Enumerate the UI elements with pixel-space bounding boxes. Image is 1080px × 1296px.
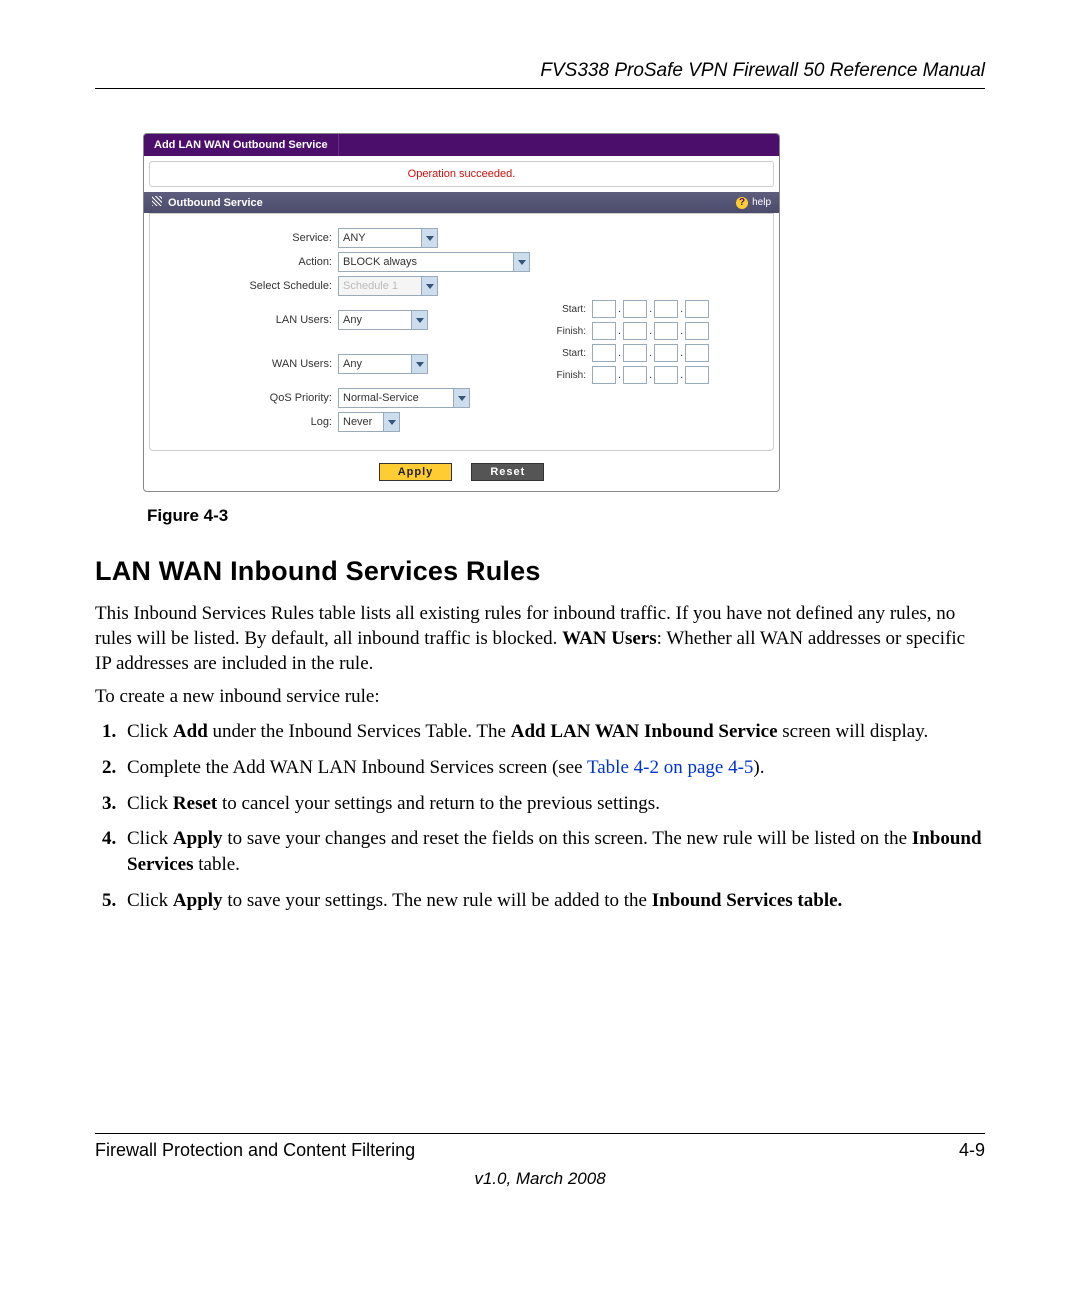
page-header: FVS338 ProSafe VPN Firewall 50 Reference… (95, 60, 985, 89)
steps-list: Click Add under the Inbound Services Tab… (95, 719, 985, 913)
section-header: Outbound Service ? help (144, 192, 779, 213)
button-bar: Apply Reset (144, 457, 779, 491)
step-1: Click Add under the Inbound Services Tab… (121, 719, 985, 745)
chevron-down-icon (411, 355, 427, 373)
service-label: Service: (162, 232, 338, 244)
page-footer: Firewall Protection and Content Filterin… (95, 1133, 985, 1189)
ip-octet[interactable] (654, 366, 678, 384)
chevron-down-icon (421, 277, 437, 295)
ip-octet[interactable] (685, 344, 709, 362)
step-3: Click Reset to cancel your settings and … (121, 791, 985, 817)
chevron-down-icon (453, 389, 469, 407)
ip-octet[interactable] (654, 300, 678, 318)
outbound-service-panel: Add LAN WAN Outbound Service Operation s… (143, 133, 780, 492)
lan-users-label: LAN Users: (162, 314, 338, 326)
grip-icon (152, 196, 162, 206)
footer-page-number: 4-9 (959, 1140, 985, 1161)
chevron-down-icon (421, 229, 437, 247)
tab-add-outbound[interactable]: Add LAN WAN Outbound Service (144, 134, 339, 156)
lead-in-paragraph: To create a new inbound service rule: (95, 684, 985, 709)
apply-button[interactable]: Apply (379, 463, 453, 481)
log-select[interactable]: Never (338, 412, 400, 432)
tab-bar: Add LAN WAN Outbound Service (144, 134, 779, 156)
chevron-down-icon (383, 413, 399, 431)
ip-octet[interactable] (654, 322, 678, 340)
section-title: Outbound Service (168, 197, 263, 209)
ip-octet[interactable] (623, 300, 647, 318)
figure-caption: Figure 4-3 (147, 506, 985, 526)
chevron-down-icon (411, 311, 427, 329)
footer-chapter: Firewall Protection and Content Filterin… (95, 1140, 415, 1161)
form-body: Service: ANY Action: BLOCK always Select… (149, 213, 774, 451)
section-heading: LAN WAN Inbound Services Rules (95, 556, 985, 587)
schedule-label: Select Schedule: (162, 280, 338, 292)
screenshot-figure: Add LAN WAN Outbound Service Operation s… (143, 133, 985, 526)
status-message: Operation succeeded. (149, 161, 774, 187)
manual-title: FVS338 ProSafe VPN Firewall 50 Reference… (540, 60, 985, 81)
ip-octet[interactable] (592, 322, 616, 340)
ip-octet[interactable] (685, 366, 709, 384)
action-select[interactable]: BLOCK always (338, 252, 530, 272)
action-label: Action: (162, 256, 338, 268)
help-label[interactable]: help (752, 197, 771, 208)
ip-octet[interactable] (623, 322, 647, 340)
table-xref-link[interactable]: Table 4-2 on page 4-5 (587, 757, 753, 778)
step-2: Complete the Add WAN LAN Inbound Service… (121, 755, 985, 781)
log-label: Log: (162, 416, 338, 428)
ip-octet[interactable] (592, 366, 616, 384)
service-select[interactable]: ANY (338, 228, 438, 248)
wan-finish-label: Finish: (528, 370, 590, 381)
step-5: Click Apply to save your settings. The n… (121, 888, 985, 914)
qos-label: QoS Priority: (162, 392, 338, 404)
footer-version: v1.0, March 2008 (95, 1169, 985, 1189)
ip-octet[interactable] (592, 300, 616, 318)
ip-octet[interactable] (685, 322, 709, 340)
wan-users-select[interactable]: Any (338, 354, 428, 374)
ip-octet[interactable] (623, 366, 647, 384)
wan-start-label: Start: (528, 348, 590, 359)
help-icon[interactable]: ? (736, 197, 748, 209)
schedule-select: Schedule 1 (338, 276, 438, 296)
lan-finish-label: Finish: (528, 326, 590, 337)
reset-button[interactable]: Reset (471, 463, 544, 481)
qos-select[interactable]: Normal-Service (338, 388, 470, 408)
intro-paragraph: This Inbound Services Rules table lists … (95, 601, 985, 676)
step-4: Click Apply to save your changes and res… (121, 826, 985, 877)
wan-users-label: WAN Users: (162, 358, 338, 370)
chevron-down-icon (513, 253, 529, 271)
lan-start-label: Start: (528, 304, 590, 315)
ip-octet[interactable] (654, 344, 678, 362)
lan-users-select[interactable]: Any (338, 310, 428, 330)
ip-octet[interactable] (592, 344, 616, 362)
ip-octet[interactable] (685, 300, 709, 318)
ip-octet[interactable] (623, 344, 647, 362)
